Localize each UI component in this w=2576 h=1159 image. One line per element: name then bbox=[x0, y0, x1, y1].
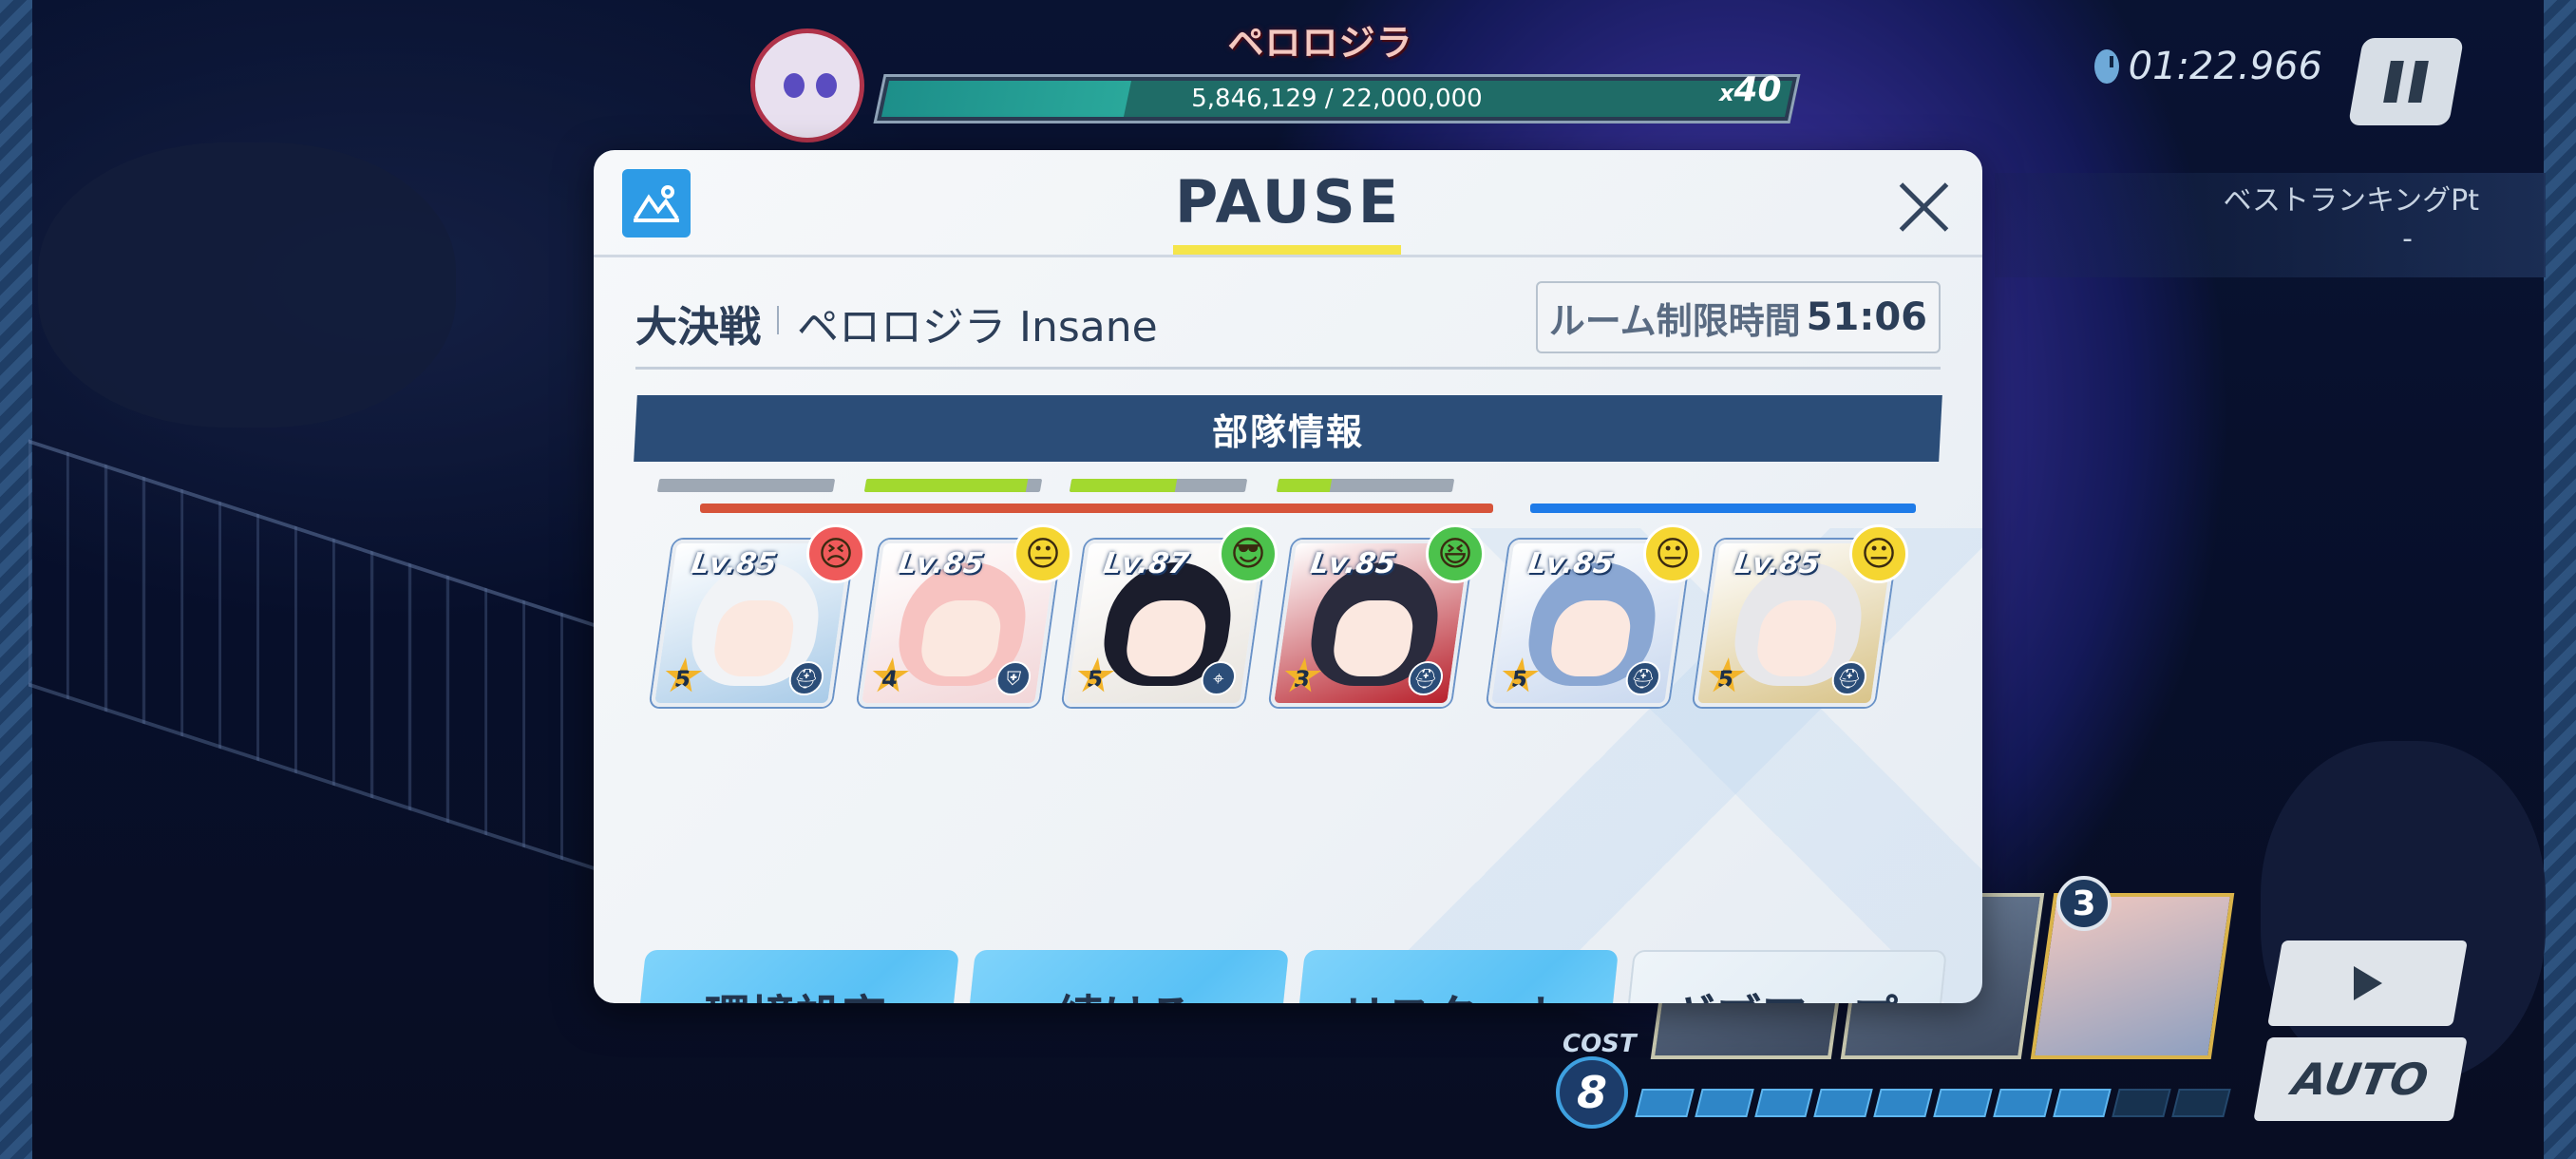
unit-level: Lv.85 bbox=[896, 547, 986, 580]
boss-eye bbox=[816, 73, 837, 98]
ranking-panel: ベストランキングPt - bbox=[1995, 173, 2546, 277]
battle-timer: 01:22.966 bbox=[2094, 40, 2322, 93]
pause-icon bbox=[2383, 61, 2404, 103]
unit-level: Lv.85 bbox=[1525, 547, 1616, 580]
restart-button-label: リスタート bbox=[1341, 979, 1569, 1003]
cost-segment bbox=[2171, 1089, 2231, 1117]
mood-cool-icon: 😎 bbox=[1219, 524, 1278, 583]
hp-multiplier-prefix: x bbox=[1719, 80, 1734, 106]
room-time-limit: ルーム制限時間 51:06 bbox=[1535, 281, 1941, 353]
boss-portrait bbox=[750, 28, 864, 142]
unit-card[interactable]: Lv.85 5 ⛑ 😐 bbox=[1487, 524, 1702, 707]
stage-name: ペロロジラ Insane bbox=[797, 303, 1158, 352]
continue-button[interactable]: 続ける bbox=[962, 950, 1289, 1003]
unit-hp-bar bbox=[656, 479, 836, 492]
striker-team-line bbox=[700, 504, 1493, 513]
unit-level: Lv.85 bbox=[689, 547, 779, 580]
timer-value: 01:22.966 bbox=[2128, 45, 2322, 88]
divider bbox=[635, 367, 1941, 370]
cost-value: 8 bbox=[1556, 1056, 1628, 1129]
unit-hp-bar bbox=[1276, 479, 1455, 492]
unit-hp-fill bbox=[656, 479, 660, 492]
speed-button[interactable] bbox=[2267, 940, 2468, 1026]
give-up-button[interactable]: ギブアップ bbox=[1620, 950, 1947, 1003]
auto-button[interactable]: AUTO bbox=[2253, 1037, 2468, 1121]
cost-segment bbox=[1813, 1089, 1873, 1117]
boss-hp-text: 5,846,129 / 22,000,000 bbox=[1191, 85, 1483, 113]
mood-neutral-icon: 😐 bbox=[1849, 524, 1908, 583]
hp-bar-multiplier: x40 bbox=[1719, 70, 1782, 109]
special-team-line bbox=[1530, 504, 1916, 513]
pause-icon bbox=[2408, 61, 2429, 103]
squad-info-header: 部隊情報 bbox=[634, 395, 1942, 462]
room-time-value: 51:06 bbox=[1806, 295, 1927, 339]
mood-neutral-icon: 😐 bbox=[1013, 524, 1072, 583]
cost-segment bbox=[2052, 1089, 2112, 1117]
ranking-value: - bbox=[2402, 222, 2413, 256]
unit-level: Lv.87 bbox=[1101, 547, 1191, 580]
unit-hp-fill bbox=[1276, 479, 1332, 492]
title-divider bbox=[594, 255, 1982, 257]
auto-label: AUTO bbox=[2288, 1054, 2433, 1105]
unit-card[interactable]: Lv.87 5 ⌖ 😎 bbox=[1062, 524, 1278, 707]
settings-button-label: 環境設定 bbox=[705, 979, 887, 1003]
unit-level: Lv.85 bbox=[1732, 547, 1822, 580]
cost-gauge bbox=[1635, 1089, 2231, 1117]
cost-segment bbox=[1873, 1089, 1933, 1117]
boss-eye bbox=[784, 73, 805, 98]
cost-segment bbox=[1753, 1089, 1814, 1117]
cost-segment bbox=[1933, 1089, 1993, 1117]
pause-dialog: PAUSE 大決戦 ペロロジラ Insane ルーム制限時間 51:06 部隊情… bbox=[594, 150, 1982, 1003]
settings-button[interactable]: 環境設定 bbox=[633, 950, 959, 1003]
unit-card[interactable]: Lv.85 5 ⛑ 😐 bbox=[1693, 524, 1908, 707]
ranking-label: ベストランキングPt bbox=[2223, 184, 2479, 218]
cost-label: COST bbox=[1563, 1030, 1637, 1058]
restart-button[interactable]: リスタート bbox=[1292, 950, 1619, 1003]
boss-name: ペロロジラ bbox=[1227, 22, 1413, 64]
unit-card[interactable]: Lv.85 3 ⛑ 😆 bbox=[1269, 524, 1485, 707]
unit-card[interactable]: Lv.85 4 ⛨ 😐 bbox=[857, 524, 1072, 707]
unit-hp-fill bbox=[1069, 479, 1178, 492]
dialog-title: PAUSE bbox=[1174, 167, 1402, 237]
cost-segment bbox=[1993, 1089, 2053, 1117]
unit-level: Lv.85 bbox=[1308, 547, 1398, 580]
unit-hp-fill bbox=[863, 479, 1029, 492]
unit-hp-bar bbox=[863, 479, 1043, 492]
title-underline bbox=[1173, 245, 1401, 255]
unit-hp-bar bbox=[1069, 479, 1248, 492]
room-time-label: ルーム制限時間 bbox=[1548, 299, 1801, 342]
play-icon bbox=[2353, 966, 2382, 1000]
mood-neutral-icon: 😐 bbox=[1643, 524, 1702, 583]
mood-happy-icon: 😆 bbox=[1426, 524, 1485, 583]
cost-segment bbox=[1695, 1089, 1754, 1117]
unit-card[interactable]: Lv.85 5 ⛑ 😣 bbox=[650, 524, 865, 707]
give-up-button-label: ギブアップ bbox=[1670, 979, 1898, 1003]
cost-segment bbox=[2112, 1089, 2171, 1117]
continue-button-label: 続ける bbox=[1057, 979, 1194, 1003]
separator bbox=[777, 306, 779, 334]
hp-multiplier-value: 40 bbox=[1733, 70, 1782, 109]
mood-angry-icon: 😣 bbox=[806, 524, 865, 583]
close-button[interactable] bbox=[1895, 179, 1952, 236]
squad-info-label: 部隊情報 bbox=[1211, 410, 1364, 453]
boss-hp-bar: 5,846,129 / 22,000,000 bbox=[873, 74, 1801, 124]
pause-button[interactable] bbox=[2347, 38, 2465, 125]
skill-cost-badge: 3 bbox=[2056, 876, 2112, 931]
cost-segment bbox=[1635, 1089, 1695, 1117]
battle-mode: 大決戦 bbox=[635, 303, 761, 352]
clock-icon bbox=[2094, 49, 2119, 84]
